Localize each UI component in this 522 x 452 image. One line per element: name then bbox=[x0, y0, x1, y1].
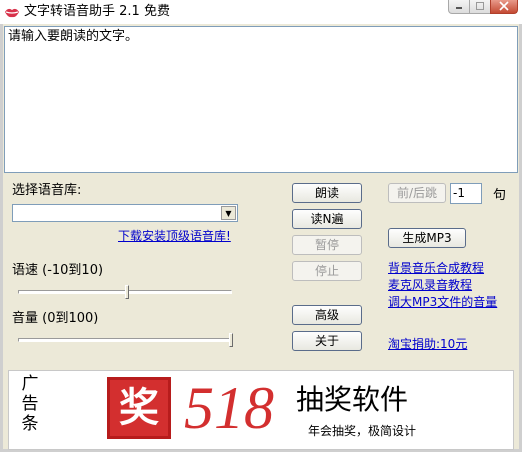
ad-slogan: 年会抽奖，极简设计 bbox=[308, 424, 417, 438]
bgm-tutorial-link[interactable]: 背景音乐合成教程 bbox=[388, 261, 484, 276]
donate-link[interactable]: 淘宝捐助:10元 bbox=[388, 337, 467, 352]
minimize-button[interactable] bbox=[448, 0, 470, 14]
advanced-button[interactable]: 高级 bbox=[292, 305, 362, 325]
make-mp3-button[interactable]: 生成MP3 bbox=[388, 228, 466, 248]
ad-side-char: 广 bbox=[21, 374, 39, 394]
ad-side-char: 条 bbox=[21, 414, 39, 434]
window-title: 文字转语音助手 2.1 免费 bbox=[24, 4, 170, 19]
sentence-unit-label: 句 bbox=[493, 188, 507, 203]
maximize-button[interactable] bbox=[469, 0, 491, 14]
speed-label: 语速 (-10到10) bbox=[12, 263, 104, 278]
chevron-down-icon[interactable]: ▼ bbox=[221, 206, 236, 220]
voice-library-label: 选择语音库: bbox=[12, 183, 82, 198]
prev-next-button[interactable]: 前/后跳 bbox=[388, 183, 446, 203]
text-input[interactable]: 请输入要朗读的文字。 bbox=[4, 26, 518, 173]
read-n-times-button[interactable]: 读N遍 bbox=[292, 209, 362, 229]
jump-count-input[interactable]: -1 bbox=[450, 183, 482, 204]
close-button[interactable] bbox=[490, 0, 518, 14]
read-button[interactable]: 朗读 bbox=[292, 183, 362, 203]
close-icon bbox=[499, 1, 509, 11]
download-voice-link[interactable]: 下载安装顶级语音库! bbox=[118, 229, 231, 244]
ad-logo-char: 奖 bbox=[119, 384, 159, 431]
about-button[interactable]: 关于 bbox=[292, 331, 362, 351]
ad-side-char: 告 bbox=[21, 394, 39, 414]
ad-logo[interactable]: 奖 bbox=[107, 377, 171, 439]
volume-slider-thumb[interactable] bbox=[229, 333, 233, 347]
lips-icon bbox=[5, 8, 19, 18]
mp3-volume-link[interactable]: 调大MP3文件的音量 bbox=[388, 295, 497, 310]
volume-slider-track[interactable] bbox=[18, 338, 232, 342]
mic-tutorial-link[interactable]: 麦克风录音教程 bbox=[388, 278, 472, 293]
ad-product-name[interactable]: 抽奖软件 bbox=[296, 384, 408, 416]
speed-slider-thumb[interactable] bbox=[125, 285, 129, 299]
ad-number[interactable]: 518 bbox=[184, 376, 274, 440]
voice-library-select[interactable]: ▼ bbox=[12, 204, 238, 222]
volume-label: 音量 (0到100) bbox=[12, 311, 99, 326]
maximize-icon bbox=[476, 2, 484, 10]
minimize-icon bbox=[456, 7, 462, 9]
ad-side-label: 广 告 条 bbox=[20, 374, 40, 434]
stop-button[interactable]: 停止 bbox=[292, 261, 362, 281]
pause-button[interactable]: 暂停 bbox=[292, 235, 362, 255]
